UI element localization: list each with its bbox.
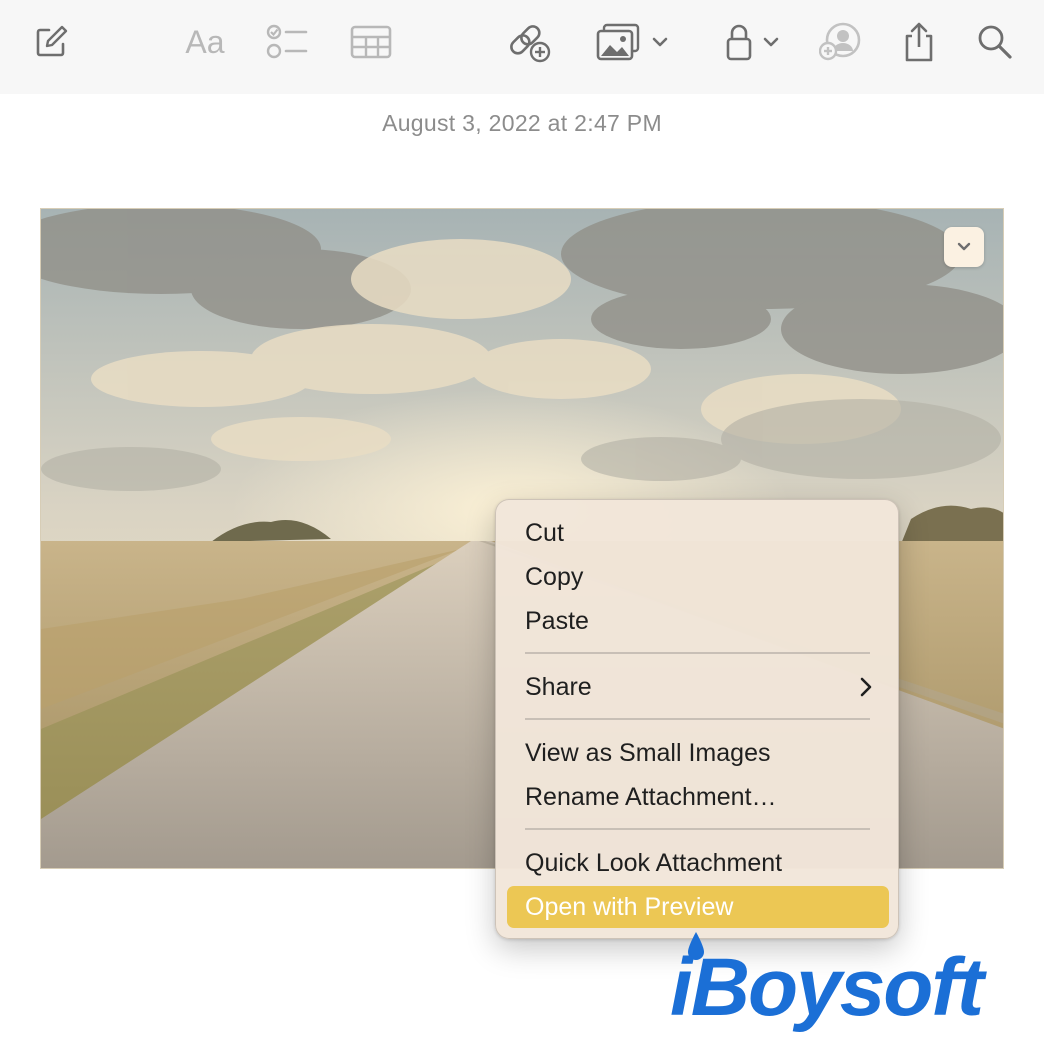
add-link-button[interactable] — [506, 18, 552, 66]
menu-separator — [525, 828, 870, 830]
menu-item-paste[interactable]: Paste — [507, 600, 889, 642]
search-button[interactable] — [972, 18, 1018, 66]
lock-icon — [726, 24, 752, 61]
lock-button[interactable] — [718, 18, 786, 66]
link-add-icon — [510, 25, 551, 63]
collaborate-button[interactable] — [818, 18, 864, 66]
table-button[interactable] — [348, 18, 394, 66]
menu-item-view-small-images[interactable]: View as Small Images — [507, 732, 889, 774]
watermark-logo: iBoysoft — [670, 930, 1032, 1040]
checklist-icon — [266, 24, 308, 59]
search-icon — [978, 25, 1012, 59]
menu-item-label: Paste — [525, 607, 589, 635]
chevron-right-icon — [860, 677, 872, 697]
notes-toolbar: Aa — [0, 0, 1044, 94]
menu-separator — [525, 652, 870, 654]
menu-separator — [525, 718, 870, 720]
menu-item-label: Cut — [525, 519, 564, 547]
context-menu: Cut Copy Paste Share View as Small Image… — [495, 499, 899, 939]
menu-item-cut[interactable]: Cut — [507, 512, 889, 554]
attachment-menu-button[interactable] — [944, 227, 984, 267]
menu-item-quick-look[interactable]: Quick Look Attachment — [507, 842, 889, 884]
menu-item-label: Open with Preview — [525, 893, 734, 921]
menu-item-open-with-preview[interactable]: Open with Preview — [507, 886, 889, 928]
menu-item-label: Quick Look Attachment — [525, 849, 783, 877]
chevron-down-icon — [652, 37, 668, 47]
menu-item-label: Copy — [525, 563, 584, 591]
menu-item-label: Rename Attachment… — [525, 783, 777, 811]
chevron-down-icon — [957, 242, 971, 251]
menu-item-label: View as Small Images — [525, 739, 771, 767]
photo-icon — [596, 23, 640, 61]
media-button[interactable] — [592, 18, 672, 66]
checklist-button[interactable] — [264, 18, 310, 66]
table-icon — [350, 25, 392, 59]
note-date: August 3, 2022 at 2:47 PM — [382, 110, 662, 136]
menu-item-rename-attachment[interactable]: Rename Attachment… — [507, 776, 889, 818]
format-button[interactable]: Aa — [176, 18, 234, 66]
text-format-icon: Aa — [185, 23, 225, 60]
add-person-icon — [819, 22, 861, 61]
share-icon — [905, 22, 933, 62]
compose-icon — [36, 25, 68, 57]
compose-button[interactable] — [28, 18, 74, 66]
watermark-text: iBoysoft — [670, 942, 984, 1033]
menu-item-copy[interactable]: Copy — [507, 556, 889, 598]
share-button[interactable] — [896, 18, 942, 66]
chevron-down-icon — [763, 37, 779, 47]
menu-item-label: Share — [525, 673, 592, 701]
menu-item-share[interactable]: Share — [507, 666, 889, 708]
